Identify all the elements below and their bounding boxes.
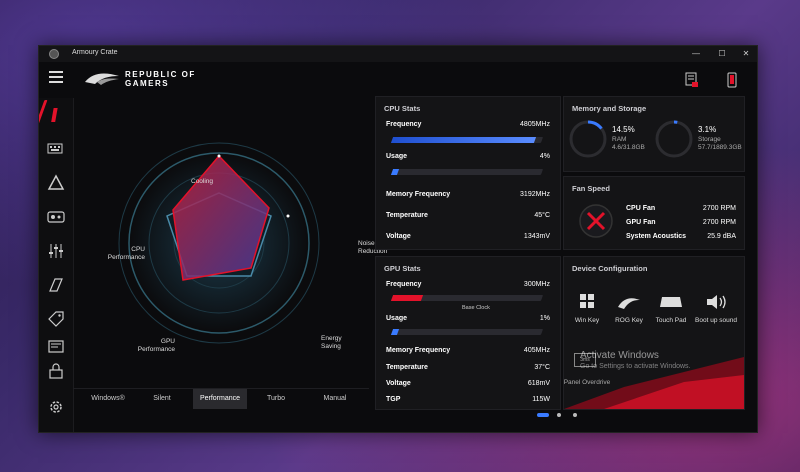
ram-detail: RAM 4.6/31.8GB [612,136,645,151]
cpu-memory-frequency-row: Memory Frequency 3192MHz [386,191,550,198]
sidebar-item-game-library-icon[interactable] [47,208,65,226]
device-item-rog-key[interactable]: ROG Key [612,291,646,341]
menu-icon[interactable] [49,71,63,83]
device-item-boot-up-sound[interactable]: Boot up sound [695,291,737,341]
page-dot-active[interactable] [537,413,549,417]
sidebar-item-deals-tag-icon[interactable] [47,310,65,328]
window-title: Armoury Crate [72,49,118,56]
performance-panel: Cooling Noise Reduction Energy Saving GP… [73,98,387,432]
device-item-touch-pad[interactable]: Touch Pad [654,291,688,341]
touchpad-icon [660,297,682,307]
device-configuration-card: Device Configuration Win Key ROG Key Tou… [563,256,745,410]
brand-text: REPUBLIC OF GAMERS [125,70,196,88]
cpu-voltage-row: Voltage 1343mV [386,233,550,240]
storage-detail: Storage 57.7/1889.3GB [698,136,742,151]
app-logo-icon [49,49,59,59]
mode-tab-performance[interactable]: Performance [193,389,247,409]
cpu-stats-card: CPU Stats Frequency 4805MHz Usage 4% Mem… [375,96,561,250]
minimize-button[interactable]: — [685,46,707,62]
gpu-frequency-row: Frequency 300MHz [386,281,550,288]
system-report-icon[interactable] [685,72,699,88]
cpu-usage-row: Usage 4% [386,153,550,160]
radar-label-cpu-performance: CPU Performance [107,246,145,261]
mode-tab-manual[interactable]: Manual [305,389,365,409]
sidebar-item-scenario-profiles-icon[interactable] [47,276,65,294]
cpu-fan-row: CPU Fan 2700 RPM [626,205,736,212]
activation-watermark-subtitle: Go to Settings to activate Windows. [580,363,691,370]
sidebar-item-user-center-icon[interactable] [47,362,65,380]
radar-label-cooling: Cooling [191,178,214,185]
bootup-sound-icon [707,295,726,309]
cpu-usage-bar [390,169,544,175]
sidebar-item-keyboard-icon[interactable] [47,140,65,158]
operating-mode-tabs: Windows® Silent Performance Turbo Manual [73,388,369,409]
cpu-frequency-bar [390,137,544,143]
memory-storage-card: Memory and Storage 14.5% RAM 4.6/31.8GB … [563,96,745,172]
windows-key-icon [580,294,594,308]
title-bar: Armoury Crate — ☐ ✕ [39,46,757,62]
gpu-stats-card: GPU Stats Frequency 300MHz Base Clock Us… [375,256,561,410]
gpu-stats-title: GPU Stats [384,264,421,273]
device-configuration-title: Device Configuration [572,264,648,273]
gpu-frequency-bar [390,295,544,301]
gpu-fan-row: GPU Fan 2700 RPM [626,219,736,226]
mode-tab-silent[interactable]: Silent [137,389,187,409]
home-dashboard-icon [51,108,58,122]
sidebar-item-aura-sync-icon[interactable] [47,174,65,192]
app-window: Armoury Crate — ☐ ✕ REPUBLIC OF GAMERS C… [38,45,758,433]
ram-percent: 14.5% [612,125,635,134]
mode-tab-turbo[interactable]: Turbo [251,389,301,409]
page-dot[interactable] [557,413,561,417]
cpu-temperature-row: Temperature 45°C [386,212,550,219]
radar-label-energy-saving: Energy Saving [321,335,342,350]
gpu-usage-row: Usage 1% [386,315,550,322]
rog-logo-icon [85,73,119,85]
device-status-icon[interactable] [725,72,739,88]
page-dot[interactable] [573,413,577,417]
cpu-stats-title: CPU Stats [384,104,421,113]
sidebar [39,98,74,432]
sidebar-item-settings-sliders-icon[interactable] [47,242,65,260]
page-indicator [537,413,577,417]
storage-percent: 3.1% [698,125,717,134]
storage-usage-ring [655,120,693,158]
sidebar-item-settings-gear-icon[interactable] [47,398,65,416]
gpu-base-clock-marker: Base Clock [462,305,490,311]
gpu-usage-bar [390,329,544,335]
radar-label-gpu-performance: GPU Performance [137,338,175,353]
system-acoustics-row: System Acoustics 25.9 dBA [626,233,736,240]
fan-icon [579,204,613,238]
cpu-frequency-row: Frequency 4805MHz [386,121,550,128]
gpu-memory-frequency-row: Memory Frequency 405MHz [386,347,550,354]
gpu-tgp-row: TGP 115W [386,396,550,403]
close-button[interactable]: ✕ [735,46,757,62]
activation-watermark-title: Activate Windows [580,350,659,361]
maximize-button[interactable]: ☐ [711,46,733,62]
ram-usage-ring [569,120,607,158]
fan-speed-card: Fan Speed CPU Fan 2700 RPM GPU Fan 2700 … [563,176,745,250]
sidebar-item-news-icon[interactable] [47,338,65,356]
app-header: REPUBLIC OF GAMERS [39,62,757,98]
gpu-voltage-row: Voltage 618mV [386,380,550,387]
memory-storage-title: Memory and Storage [572,104,647,113]
device-item-win-key[interactable]: Win Key [570,291,604,341]
gpu-temperature-row: Temperature 37°C [386,364,550,371]
rog-key-icon [618,298,640,309]
fan-speed-title: Fan Speed [572,184,610,193]
mode-tab-windows[interactable]: Windows® [85,389,131,409]
sidebar-item-home[interactable] [39,100,73,130]
